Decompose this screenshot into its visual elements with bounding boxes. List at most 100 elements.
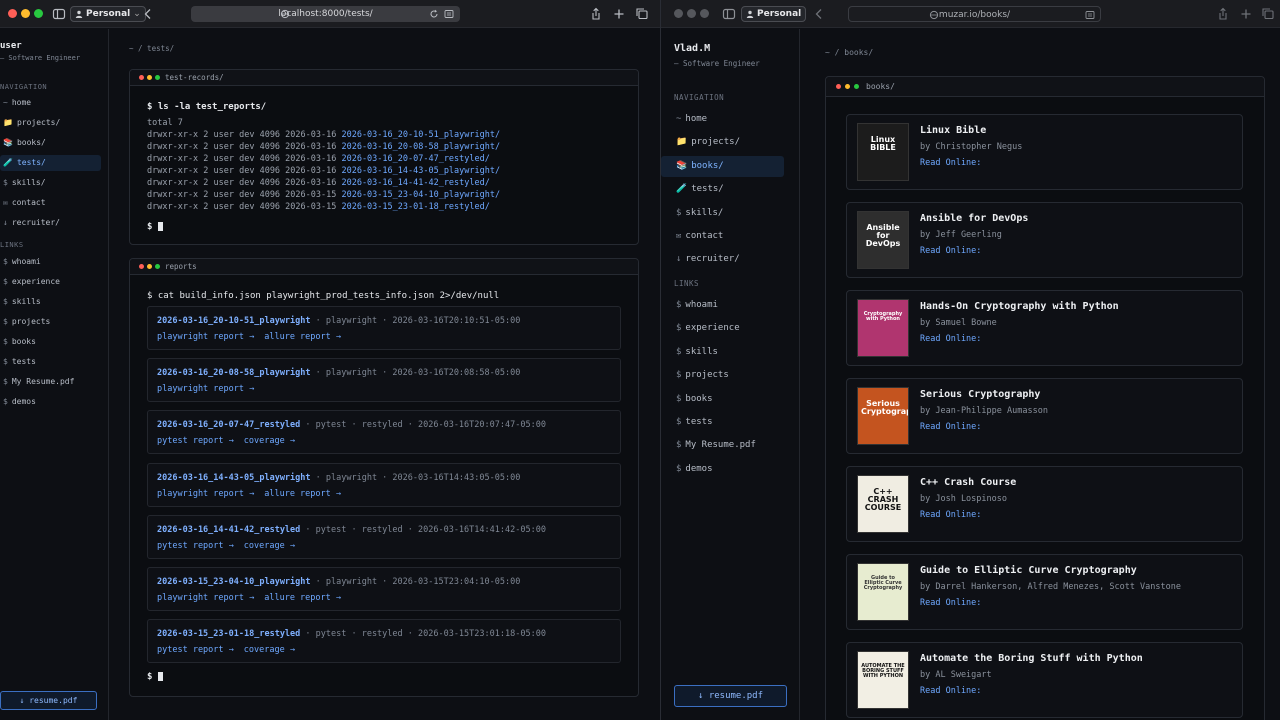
close-window-button[interactable] — [8, 9, 17, 18]
resume-download-button[interactable]: ↓ resume.pdf — [0, 691, 97, 710]
reader-mode-icon[interactable] — [1085, 10, 1095, 20]
book-title[interactable]: Hands-On Cryptography with Python — [920, 301, 1119, 312]
zoom-window-button[interactable] — [34, 9, 43, 18]
nav-item-recruiter[interactable]: ↓ recruiter/ — [661, 249, 784, 270]
link-item-skills[interactable]: $ skills — [0, 294, 101, 310]
report-link-playwright-report[interactable]: playwright report → — [157, 332, 254, 342]
report-link-coverage[interactable]: coverage → — [244, 541, 295, 551]
nav-item-books[interactable]: 📚 books/ — [661, 155, 784, 177]
nav-item-contact[interactable]: ✉ contact — [0, 195, 101, 211]
book-title[interactable]: Linux Bible — [920, 125, 986, 136]
reload-icon[interactable] — [429, 9, 439, 19]
link-item-skills[interactable]: $ skills — [661, 342, 784, 363]
nav-item-home[interactable]: ~ home — [661, 109, 784, 130]
report-directory-link[interactable]: 2026-03-16_20-07-47_restyled/ — [341, 154, 489, 164]
nav-item-recruiter[interactable]: ↓ recruiter/ — [0, 215, 101, 231]
sidebar-toggle-icon[interactable] — [52, 7, 66, 21]
tab-overview-icon[interactable] — [635, 7, 649, 21]
book-card[interactable]: Linux BIBLE Linux Bible by Christopher Neg… — [846, 114, 1243, 190]
read-online-link[interactable]: Read Online: — [920, 510, 981, 520]
book-card[interactable]: C++ CRASH COURSE C++ Crash Course by Josh … — [846, 466, 1243, 542]
book-title[interactable]: Serious Cryptography — [920, 389, 1040, 400]
tab-overview-icon[interactable] — [1261, 7, 1275, 21]
back-arrow-icon[interactable] — [141, 7, 155, 21]
report-name[interactable]: 2026-03-15_23-04-10_playwright — [157, 577, 311, 587]
link-item-my-resume-pdf[interactable]: $ My Resume.pdf — [661, 435, 784, 456]
read-online-link[interactable]: Read Online: — [920, 598, 981, 608]
report-name[interactable]: 2026-03-16_20-07-47_restyled — [157, 420, 300, 430]
site-info-icon[interactable] — [280, 9, 290, 19]
address-bar[interactable]: localhost:8000/tests/ — [191, 6, 460, 22]
report-directory-link[interactable]: 2026-03-16_20-08-58_playwright/ — [341, 142, 500, 152]
link-item-books[interactable]: $ books — [661, 389, 784, 410]
new-tab-icon[interactable] — [1239, 7, 1253, 21]
site-info-icon[interactable] — [929, 10, 939, 20]
minimize-window-button[interactable] — [687, 9, 696, 18]
report-link-coverage[interactable]: coverage → — [244, 436, 295, 446]
link-item-books[interactable]: $ books — [0, 334, 101, 350]
link-item-whoami[interactable]: $ whoami — [661, 295, 784, 316]
book-card[interactable]: Guide to Elliptic Curve Cryptography Guid… — [846, 554, 1243, 630]
address-bar[interactable]: muzar.io/books/ — [848, 6, 1101, 22]
read-online-link[interactable]: Read Online: — [920, 422, 981, 432]
report-link-playwright-report[interactable]: playwright report → — [157, 384, 254, 394]
read-online-link[interactable]: Read Online: — [920, 334, 981, 344]
book-title[interactable]: Automate the Boring Stuff with Python — [920, 653, 1143, 664]
nav-item-tests[interactable]: 🧪 tests/ — [0, 155, 101, 171]
reader-mode-icon[interactable] — [444, 9, 454, 19]
book-title[interactable]: Ansible for DevOps — [920, 213, 1028, 224]
link-item-tests[interactable]: $ tests — [661, 412, 784, 433]
link-item-experience[interactable]: $ experience — [661, 318, 784, 339]
link-item-my-resume-pdf[interactable]: $ My Resume.pdf — [0, 374, 101, 390]
report-name[interactable]: 2026-03-16_20-10-51_playwright — [157, 316, 311, 326]
resume-download-button[interactable]: ↓ resume.pdf — [674, 685, 787, 707]
report-name[interactable]: 2026-03-16_20-08-58_playwright — [157, 368, 311, 378]
back-arrow-icon[interactable] — [812, 7, 826, 21]
share-icon[interactable] — [589, 7, 603, 21]
nav-item-skills[interactable]: $ skills/ — [0, 175, 101, 191]
report-link-pytest-report[interactable]: pytest report → — [157, 436, 234, 446]
report-link-playwright-report[interactable]: playwright report → — [157, 593, 254, 603]
close-window-button[interactable] — [674, 9, 683, 18]
report-link-coverage[interactable]: coverage → — [244, 645, 295, 655]
read-online-link[interactable]: Read Online: — [920, 246, 981, 256]
report-name[interactable]: 2026-03-16_14-41-42_restyled — [157, 525, 300, 535]
minimize-window-button[interactable] — [21, 9, 30, 18]
read-online-link[interactable]: Read Online: — [920, 158, 981, 168]
book-title[interactable]: C++ Crash Course — [920, 477, 1016, 488]
report-directory-link[interactable]: 2026-03-16_14-41-42_restyled/ — [341, 178, 489, 188]
report-directory-link[interactable]: 2026-03-16_14-43-05_playwright/ — [341, 166, 500, 176]
report-directory-link[interactable]: 2026-03-15_23-04-10_playwright/ — [341, 190, 500, 200]
book-card[interactable]: Ansible for DevOps Ansible for DevOps by J… — [846, 202, 1243, 278]
book-card[interactable]: Cryptography with Python Hands-On Cryptog… — [846, 290, 1243, 366]
report-name[interactable]: 2026-03-15_23-01-18_restyled — [157, 629, 300, 639]
report-link-playwright-report[interactable]: playwright report → — [157, 489, 254, 499]
zoom-window-button[interactable] — [700, 9, 709, 18]
nav-item-tests[interactable]: 🧪 tests/ — [661, 179, 784, 200]
sidebar-toggle-icon[interactable] — [722, 7, 736, 21]
link-item-demos[interactable]: $ demos — [661, 459, 784, 480]
book-title[interactable]: Guide to Elliptic Curve Cryptography — [920, 565, 1137, 576]
report-link-pytest-report[interactable]: pytest report → — [157, 541, 234, 551]
nav-item-projects[interactable]: 📁 projects/ — [0, 115, 101, 131]
book-card[interactable]: AUTOMATE THE BORING STUFF WITH PYTHON Aut… — [846, 642, 1243, 718]
nav-item-projects[interactable]: 📁 projects/ — [661, 132, 784, 153]
share-icon[interactable] — [1216, 7, 1230, 21]
profile-selector[interactable]: Personal — [741, 6, 807, 22]
report-link-allure-report[interactable]: allure report → — [264, 332, 341, 342]
nav-item-home[interactable]: ~ home — [0, 95, 101, 111]
report-directory-link[interactable]: 2026-03-16_20-10-51_playwright/ — [341, 130, 500, 140]
report-directory-link[interactable]: 2026-03-15_23-01-18_restyled/ — [341, 202, 489, 212]
nav-item-skills[interactable]: $ skills/ — [661, 203, 784, 224]
link-item-whoami[interactable]: $ whoami — [0, 254, 101, 270]
nav-item-books[interactable]: 📚 books/ — [0, 135, 101, 151]
link-item-experience[interactable]: $ experience — [0, 274, 101, 290]
report-link-allure-report[interactable]: allure report → — [264, 593, 341, 603]
report-name[interactable]: 2026-03-16_14-43-05_playwright — [157, 473, 311, 483]
report-link-allure-report[interactable]: allure report → — [264, 489, 341, 499]
link-item-projects[interactable]: $ projects — [661, 365, 784, 386]
link-item-tests[interactable]: $ tests — [0, 354, 101, 370]
book-card[interactable]: Serious Cryptography Serious Cryptography… — [846, 378, 1243, 454]
profile-selector[interactable]: Personal ⌄ — [70, 6, 146, 22]
nav-item-contact[interactable]: ✉ contact — [661, 226, 784, 247]
